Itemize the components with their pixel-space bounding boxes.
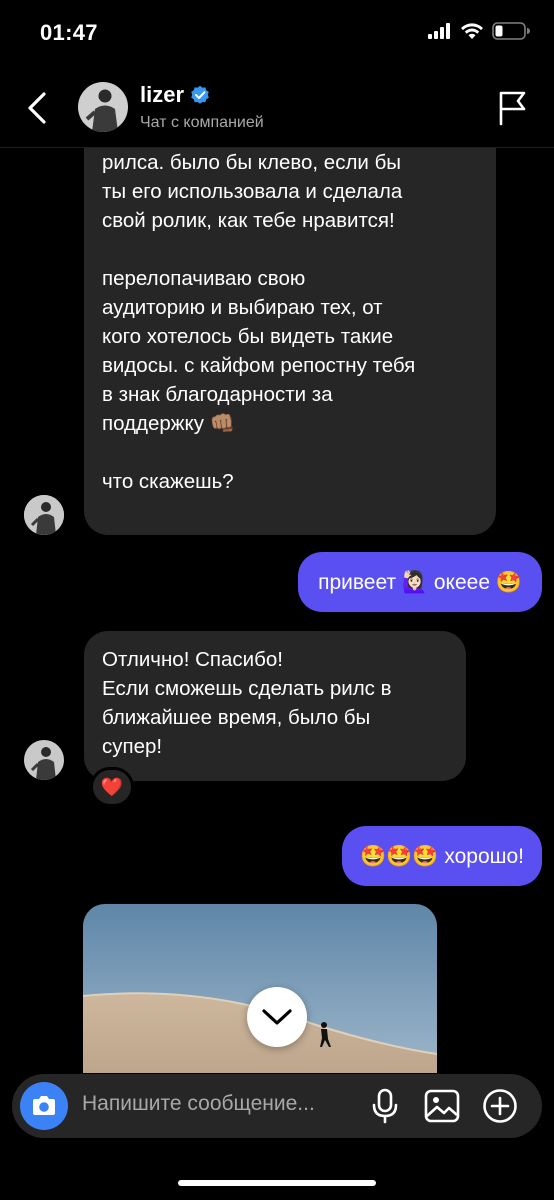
sender-avatar[interactable] [24, 740, 64, 780]
message-text: 🤩🤩🤩 хорошо! [360, 844, 524, 868]
gallery-icon [424, 1089, 460, 1123]
avatar-photo-icon [24, 495, 64, 535]
message-line: рилса. было бы клево, если бы [102, 151, 402, 174]
wifi-icon [461, 22, 483, 39]
message-line: Отлично! Спасибо! [102, 648, 283, 671]
heart-reaction[interactable]: ❤️ [90, 767, 134, 807]
incoming-message[interactable]: рилса. было бы клево, если бы ты его исп… [84, 148, 496, 535]
report-flag-button[interactable] [498, 90, 528, 126]
message-line: супер! [102, 735, 163, 758]
message-input[interactable]: Напишите сообщение... [82, 1092, 362, 1116]
chat-subtitle: Чат с компанией [140, 114, 264, 131]
plus-circle-icon [483, 1089, 517, 1123]
message-line: перелопачиваю свою [102, 267, 306, 290]
message-line: ты его использовала и сделала [102, 180, 403, 203]
signal-icon [428, 23, 450, 39]
message-thread[interactable]: рилса. было бы клево, если бы ты его исп… [0, 148, 554, 1073]
avatar-photo-icon [78, 82, 128, 132]
message-line: ближайшее время, было бы [102, 706, 371, 729]
status-icons [428, 22, 530, 40]
gallery-button[interactable] [424, 1089, 460, 1123]
status-time: 01:47 [40, 20, 98, 45]
camera-button[interactable] [20, 1082, 68, 1130]
message-line: кого хотелось бы видеть такие [102, 325, 394, 348]
back-button[interactable] [22, 88, 52, 128]
message-line: аудиторию и выбираю тех, от [102, 296, 383, 319]
message-line: видосы. с кайфом репостну тебя [102, 354, 416, 377]
home-indicator [178, 1180, 376, 1186]
avatar-photo-icon [24, 740, 64, 780]
back-chevron-icon [28, 92, 46, 124]
verified-badge-icon [191, 85, 209, 104]
profile-name[interactable]: lizer [140, 82, 210, 108]
message-line: Если сможешь сделать рилс в [102, 677, 392, 700]
desert-photo [83, 904, 437, 1073]
more-options-button[interactable] [482, 1088, 518, 1124]
message-line: что скажешь? [102, 470, 234, 493]
message-composer: Напишите сообщение... [12, 1074, 542, 1138]
status-bar: 01:47 [0, 0, 554, 70]
message-line: свой ролик, как тебе нравится! [102, 209, 395, 232]
profile-avatar[interactable] [78, 82, 128, 132]
microphone-icon [372, 1088, 398, 1124]
outgoing-message[interactable]: 🤩🤩🤩 хорошо! [342, 826, 542, 886]
chevron-down-icon [262, 1009, 292, 1025]
battery-icon [492, 22, 530, 40]
shared-reel-preview[interactable] [83, 904, 437, 1073]
outgoing-message[interactable]: привеет 🙋🏻‍♀️ океее 🤩 [298, 552, 542, 612]
message-line: поддержку 👊🏽 [102, 412, 236, 435]
flag-icon [499, 91, 526, 126]
voice-message-button[interactable] [370, 1088, 400, 1124]
incoming-message[interactable]: Отлично! Спасибо! Если сможешь сделать р… [84, 631, 466, 781]
message-text: привеет 🙋🏻‍♀️ океее 🤩 [318, 570, 522, 594]
chat-header: lizer Чат с компанией [0, 70, 554, 148]
sender-avatar[interactable] [24, 495, 64, 535]
scroll-to-bottom-button[interactable] [247, 987, 307, 1047]
camera-icon [33, 1096, 55, 1115]
heart-icon: ❤️ [100, 776, 124, 797]
message-line: в знак благодарности за [102, 383, 333, 406]
username: lizer [140, 82, 185, 107]
